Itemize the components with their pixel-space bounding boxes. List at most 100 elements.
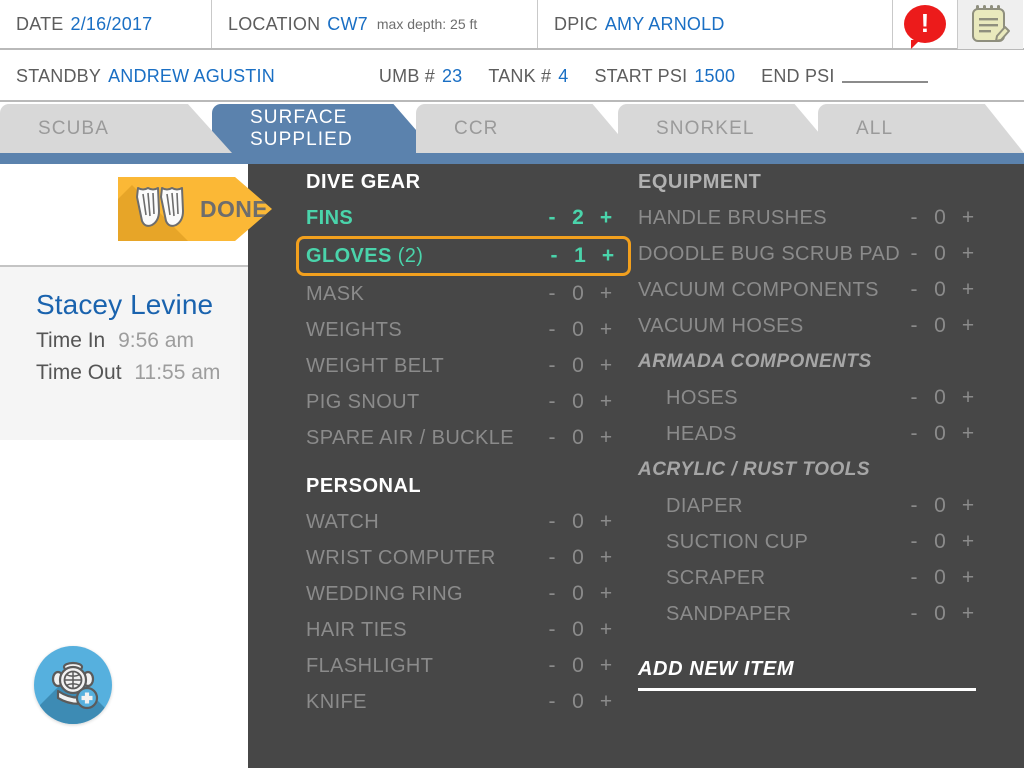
date-field[interactable]: DATE 2/16/2017	[0, 0, 212, 48]
gear-item-label: HOSES	[666, 387, 903, 410]
alert-button[interactable]: !	[893, 0, 958, 49]
decrement-button[interactable]: -	[903, 206, 925, 230]
increment-button[interactable]: +	[955, 386, 981, 410]
gear-item[interactable]: SPARE AIR / BUCKLE -0 +	[306, 420, 621, 456]
gear-item[interactable]: SCRAPER -0 +	[638, 560, 983, 596]
tab-snorkel[interactable]: SNORKEL	[618, 104, 836, 153]
decrement-button[interactable]: -	[541, 510, 563, 534]
increment-button[interactable]: +	[593, 690, 619, 714]
decrement-button[interactable]: -	[541, 546, 563, 570]
add-new-item-input[interactable]	[638, 688, 976, 691]
increment-button[interactable]: +	[955, 530, 981, 554]
dpic-field[interactable]: DPIC AMY ARNOLD	[538, 0, 893, 48]
add-diver-button[interactable]	[34, 646, 112, 724]
increment-button[interactable]: +	[593, 546, 619, 570]
end-psi-field[interactable]: END PSI	[761, 66, 928, 87]
gear-item[interactable]: VACUUM COMPONENTS -0 +	[638, 272, 983, 308]
increment-button[interactable]: +	[593, 618, 619, 642]
tank-field[interactable]: TANK # 4	[488, 66, 568, 87]
location-label: LOCATION	[228, 13, 321, 34]
increment-button[interactable]: +	[593, 390, 619, 414]
increment-button[interactable]: +	[595, 244, 621, 268]
decrement-button[interactable]: -	[903, 566, 925, 590]
increment-button[interactable]: +	[955, 566, 981, 590]
tab-ccr[interactable]: CCR	[416, 104, 634, 153]
gear-item[interactable]: MASK -0 +	[306, 276, 621, 312]
gear-item[interactable]: HOSES -0 +	[638, 380, 983, 416]
increment-button[interactable]: +	[955, 206, 981, 230]
decrement-button[interactable]: -	[543, 244, 565, 268]
increment-button[interactable]: +	[593, 426, 619, 450]
gear-item[interactable]: WEIGHT BELT -0 +	[306, 348, 621, 384]
diver-card[interactable]: Stacey Levine Time In 9:56 am Time Out 1…	[0, 265, 248, 440]
time-out-row[interactable]: Time Out 11:55 am	[0, 353, 248, 385]
increment-button[interactable]: +	[955, 494, 981, 518]
quantity-stepper: -0 +	[541, 282, 619, 306]
gear-item[interactable]: WATCH -0 +	[306, 504, 621, 540]
quantity-stepper: -0 +	[903, 314, 981, 338]
decrement-button[interactable]: -	[541, 390, 563, 414]
time-in-row[interactable]: Time In 9:56 am	[0, 321, 248, 353]
gear-item[interactable]: HANDLE BRUSHES -0 +	[638, 200, 983, 236]
decrement-button[interactable]: -	[903, 278, 925, 302]
increment-button[interactable]: +	[955, 314, 981, 338]
gear-item[interactable]: KNIFE -0 +	[306, 684, 621, 720]
gear-item-label: WRIST COMPUTER	[306, 547, 541, 570]
quantity-value: 0	[572, 654, 584, 677]
standby-field[interactable]: STANDBY ANDREW AGUSTIN	[16, 66, 275, 87]
gear-item[interactable]: GLOVES (2) -1 +	[296, 236, 631, 276]
increment-button[interactable]: +	[593, 318, 619, 342]
increment-button[interactable]: +	[593, 510, 619, 534]
gear-item[interactable]: HEADS -0 +	[638, 416, 983, 452]
decrement-button[interactable]: -	[541, 426, 563, 450]
gear-item[interactable]: FLASHLIGHT -0 +	[306, 648, 621, 684]
end-psi-input[interactable]	[841, 69, 928, 83]
decrement-button[interactable]: -	[541, 354, 563, 378]
gear-item[interactable]: VACUUM HOSES -0 +	[638, 308, 983, 344]
decrement-button[interactable]: -	[903, 314, 925, 338]
gear-item[interactable]: WRIST COMPUTER -0 +	[306, 540, 621, 576]
increment-button[interactable]: +	[593, 582, 619, 606]
increment-button[interactable]: +	[593, 206, 619, 230]
decrement-button[interactable]: -	[903, 242, 925, 266]
umb-field[interactable]: UMB # 23	[379, 66, 462, 87]
gear-item[interactable]: PIG SNOUT -0 +	[306, 384, 621, 420]
tab-scuba[interactable]: SCUBA	[0, 104, 232, 153]
increment-button[interactable]: +	[955, 278, 981, 302]
increment-button[interactable]: +	[955, 422, 981, 446]
tab-surface-supplied[interactable]: SURFACE SUPPLIED	[212, 104, 436, 153]
gear-item[interactable]: WEIGHTS -0 +	[306, 312, 621, 348]
gear-item[interactable]: DIAPER -0 +	[638, 488, 983, 524]
diver-panel: Stacey Levine Time In 9:56 am Time Out 1…	[0, 164, 248, 768]
gear-item[interactable]: SUCTION CUP -0 +	[638, 524, 983, 560]
decrement-button[interactable]: -	[903, 530, 925, 554]
gear-item[interactable]: HAIR TIES -0 +	[306, 612, 621, 648]
start-psi-field[interactable]: START PSI 1500	[594, 66, 735, 87]
decrement-button[interactable]: -	[903, 602, 925, 626]
tab-all[interactable]: ALL	[818, 104, 1024, 153]
quantity-value: 0	[934, 206, 946, 229]
add-new-item-button[interactable]: ADD NEW ITEM	[638, 658, 976, 691]
gear-item[interactable]: FINS -2 +	[306, 200, 621, 236]
increment-button[interactable]: +	[593, 354, 619, 378]
increment-button[interactable]: +	[955, 242, 981, 266]
decrement-button[interactable]: -	[541, 582, 563, 606]
decrement-button[interactable]: -	[903, 386, 925, 410]
increment-button[interactable]: +	[955, 602, 981, 626]
decrement-button[interactable]: -	[541, 654, 563, 678]
decrement-button[interactable]: -	[541, 618, 563, 642]
notes-button[interactable]	[958, 0, 1023, 49]
gear-item[interactable]: SANDPAPER -0 +	[638, 596, 983, 632]
gear-item-name: GLOVES	[306, 244, 392, 267]
decrement-button[interactable]: -	[541, 206, 563, 230]
increment-button[interactable]: +	[593, 282, 619, 306]
gear-item[interactable]: WEDDING RING -0 +	[306, 576, 621, 612]
gear-item[interactable]: DOODLE BUG SCRUB PAD -0 +	[638, 236, 983, 272]
location-field[interactable]: LOCATION CW7 max depth: 25 ft	[212, 0, 538, 48]
increment-button[interactable]: +	[593, 654, 619, 678]
decrement-button[interactable]: -	[541, 318, 563, 342]
decrement-button[interactable]: -	[541, 282, 563, 306]
decrement-button[interactable]: -	[903, 494, 925, 518]
decrement-button[interactable]: -	[903, 422, 925, 446]
decrement-button[interactable]: -	[541, 690, 563, 714]
